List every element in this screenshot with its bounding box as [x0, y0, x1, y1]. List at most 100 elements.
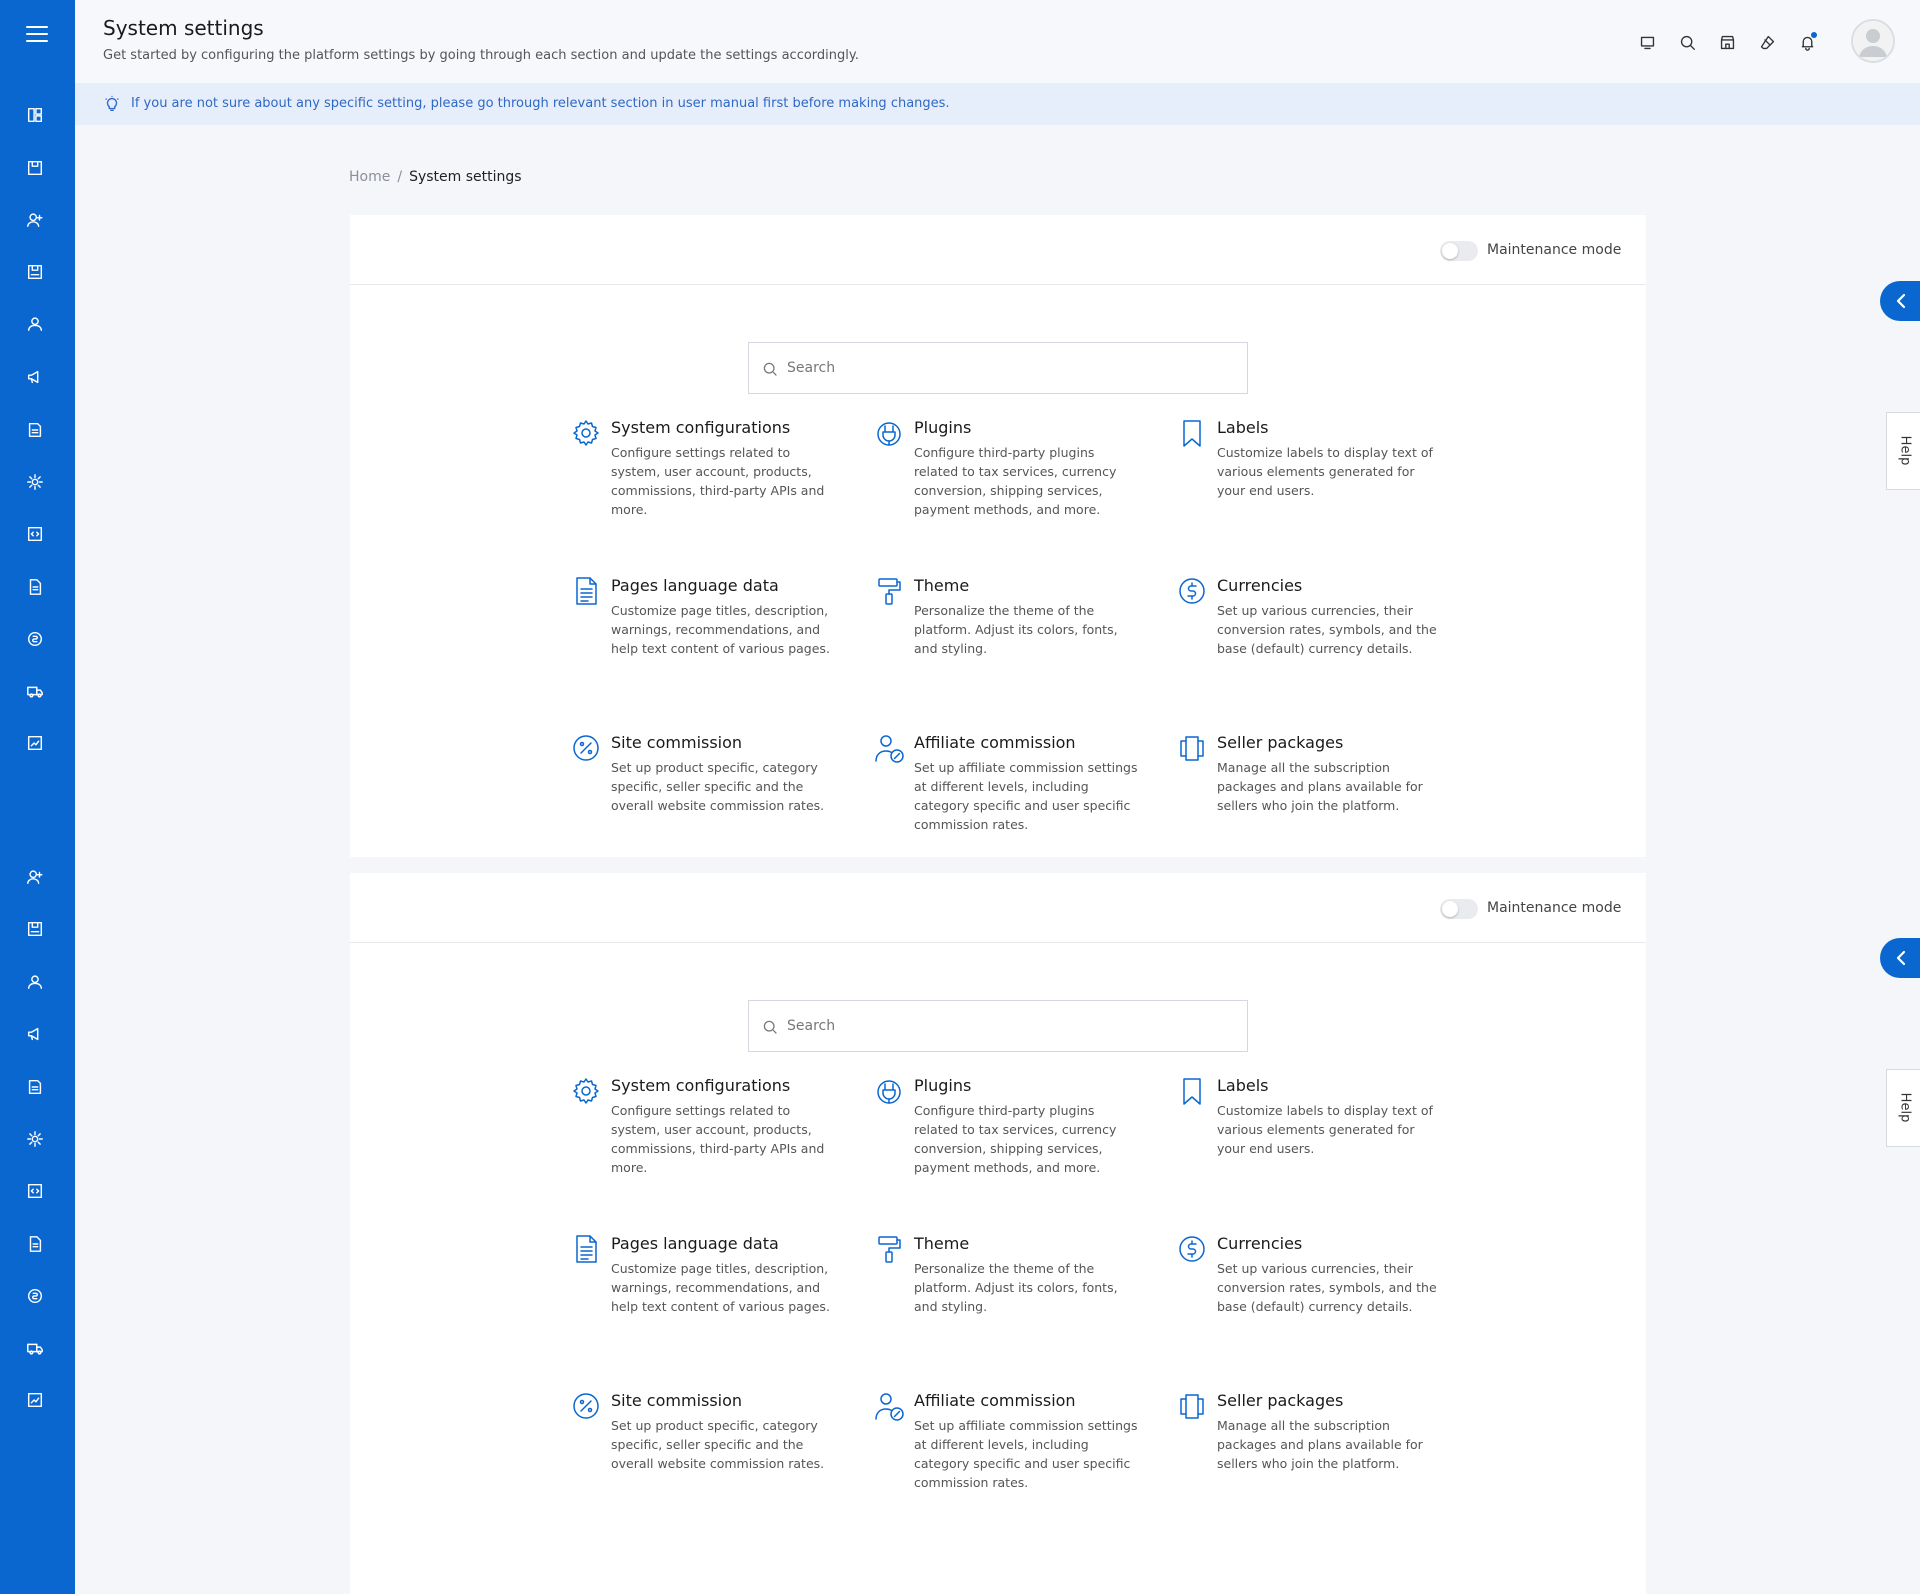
maintenance-mode-label: Maintenance mode	[1487, 242, 1622, 258]
dollar-circle-icon	[1177, 576, 1209, 608]
currency-icon[interactable]	[25, 629, 45, 649]
tile-title: Currencies	[1217, 576, 1303, 595]
tile-title: System configurations	[611, 418, 791, 437]
plug-icon	[874, 418, 906, 450]
packages-icon	[1177, 733, 1209, 765]
settings-search[interactable]	[748, 1000, 1248, 1052]
search-input[interactable]	[787, 343, 1227, 393]
gear-icon	[571, 418, 603, 450]
avatar[interactable]	[1851, 19, 1895, 63]
paint-roller-icon	[874, 576, 906, 608]
search-icon	[763, 1020, 777, 1034]
settings-icon[interactable]	[25, 472, 45, 492]
pages-icon[interactable]	[25, 577, 45, 597]
help-tab[interactable]: Help	[1886, 1069, 1920, 1147]
paint-roller-icon	[874, 1234, 906, 1266]
tile-description: Manage all the subscription packages and…	[1217, 1418, 1423, 1471]
dashboard-icon[interactable]	[25, 105, 45, 125]
tile-title: Plugins	[914, 418, 972, 437]
notification-dot	[1811, 32, 1817, 38]
tile-description: Set up product specific, category specif…	[611, 1418, 825, 1471]
search-icon	[763, 362, 777, 376]
tile-title: Currencies	[1217, 1234, 1303, 1253]
page-header: System settings Get started by configuri…	[75, 0, 1920, 83]
dollar-circle-icon	[1177, 1234, 1209, 1266]
help-label: Help	[1897, 1092, 1913, 1123]
chevron-left-icon	[1896, 293, 1906, 309]
chevron-left-icon	[1896, 950, 1906, 966]
tile-title: Labels	[1217, 418, 1269, 437]
tile-title: System configurations	[611, 1076, 791, 1095]
tile-title: Affiliate commission	[914, 1391, 1076, 1410]
reports-icon[interactable]	[25, 420, 45, 440]
collapse-panel-button[interactable]	[1880, 938, 1920, 978]
settings-panel: Maintenance mode System configurations Co…	[350, 873, 1646, 1594]
tile-description: Configure settings related to system, us…	[611, 445, 825, 517]
shipping-icon[interactable]	[25, 1338, 45, 1358]
sidebar	[0, 0, 75, 1594]
code-icon[interactable]	[25, 524, 45, 544]
breadcrumb-home[interactable]: Home	[349, 169, 390, 185]
analytics-icon[interactable]	[25, 1390, 45, 1410]
tile-title: Pages language data	[611, 576, 779, 595]
settings-search[interactable]	[748, 342, 1248, 394]
catalog-icon[interactable]	[25, 158, 45, 178]
shipping-icon[interactable]	[25, 681, 45, 701]
menu-toggle-icon[interactable]	[26, 26, 48, 42]
maintenance-mode-toggle[interactable]	[1440, 899, 1478, 919]
tile-description: Set up various currencies, their convers…	[1217, 603, 1437, 656]
panel-header: Maintenance mode	[350, 215, 1646, 285]
search-input[interactable]	[787, 1001, 1227, 1051]
add-user-icon[interactable]	[25, 867, 45, 887]
bookmark-icon	[1177, 418, 1209, 450]
breadcrumb-current: System settings	[409, 169, 522, 185]
reports-icon[interactable]	[25, 1077, 45, 1097]
panel-header: Maintenance mode	[350, 873, 1646, 943]
orders-icon[interactable]	[25, 262, 45, 282]
percent-circle-icon	[571, 1391, 603, 1423]
settings-icon[interactable]	[25, 1129, 45, 1149]
tile-title: Theme	[914, 1234, 970, 1253]
page-title: System settings	[103, 16, 264, 40]
maintenance-mode-toggle[interactable]	[1440, 241, 1478, 261]
tile-title: Seller packages	[1217, 733, 1344, 752]
code-icon[interactable]	[25, 1181, 45, 1201]
bell-icon[interactable]	[1797, 32, 1817, 52]
bookmark-icon	[1177, 1076, 1209, 1108]
pages-icon[interactable]	[25, 1234, 45, 1254]
document-icon	[571, 1234, 603, 1266]
search-icon[interactable]	[1677, 32, 1697, 52]
tile-title: Pages language data	[611, 1234, 779, 1253]
tile-description: Configure third-party plugins related to…	[914, 1103, 1117, 1175]
tile-title: Site commission	[611, 733, 743, 752]
tile-description: Manage all the subscription packages and…	[1217, 760, 1423, 813]
tile-description: Customize labels to display text of vari…	[1217, 445, 1433, 498]
info-banner: If you are not sure about any specific s…	[75, 83, 1920, 125]
currency-icon[interactable]	[25, 1286, 45, 1306]
user-percent-icon	[874, 733, 906, 765]
info-text: If you are not sure about any specific s…	[131, 96, 950, 111]
percent-circle-icon	[571, 733, 603, 765]
user-icon[interactable]	[25, 972, 45, 992]
analytics-icon[interactable]	[25, 733, 45, 753]
tile-description: Customize page titles, description, warn…	[611, 1261, 830, 1314]
breadcrumb: Home / System settings	[349, 169, 522, 185]
maintenance-mode-label: Maintenance mode	[1487, 900, 1622, 916]
tile-description: Personalize the theme of the platform. A…	[914, 603, 1118, 656]
collapse-panel-button[interactable]	[1880, 281, 1920, 321]
eraser-icon[interactable]	[1757, 32, 1777, 52]
breadcrumb-separator: /	[397, 169, 403, 185]
megaphone-icon[interactable]	[25, 1024, 45, 1044]
tile-description: Set up various currencies, their convers…	[1217, 1261, 1437, 1314]
user-icon[interactable]	[25, 314, 45, 334]
megaphone-icon[interactable]	[25, 367, 45, 387]
orders-icon[interactable]	[25, 919, 45, 939]
store-icon[interactable]	[1717, 32, 1737, 52]
tile-description: Set up affiliate commission settings at …	[914, 1418, 1138, 1490]
add-user-icon[interactable]	[25, 210, 45, 230]
help-tab[interactable]: Help	[1886, 412, 1920, 490]
monitor-icon[interactable]	[1637, 32, 1657, 52]
tile-description: Configure third-party plugins related to…	[914, 445, 1117, 517]
tile-title: Labels	[1217, 1076, 1269, 1095]
tile-description: Set up product specific, category specif…	[611, 760, 825, 813]
